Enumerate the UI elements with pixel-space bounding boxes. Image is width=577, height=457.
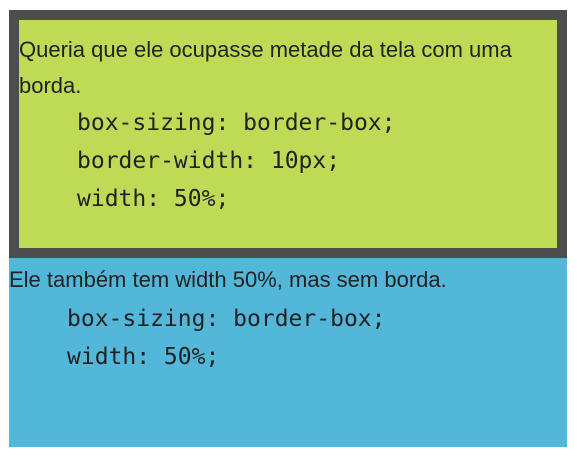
plain-box-example: Ele também tem width 50%, mas sem borda.… (9, 258, 567, 447)
code-line-width: width: 50%; (67, 344, 220, 370)
code-line-box-sizing: box-sizing: border-box; (67, 306, 386, 332)
code-line-border-width: border-width: 10px; (77, 148, 341, 174)
bordered-box-example: Queria que ele ocupasse metade da tela c… (9, 10, 567, 258)
code-line-width: width: 50%; (77, 186, 230, 212)
plain-box-description: Ele também tem width 50%, mas sem borda. (9, 267, 447, 292)
code-line-box-sizing: box-sizing: border-box; (77, 110, 396, 136)
bordered-box-description: Queria que ele ocupasse metade da tela c… (19, 37, 512, 98)
